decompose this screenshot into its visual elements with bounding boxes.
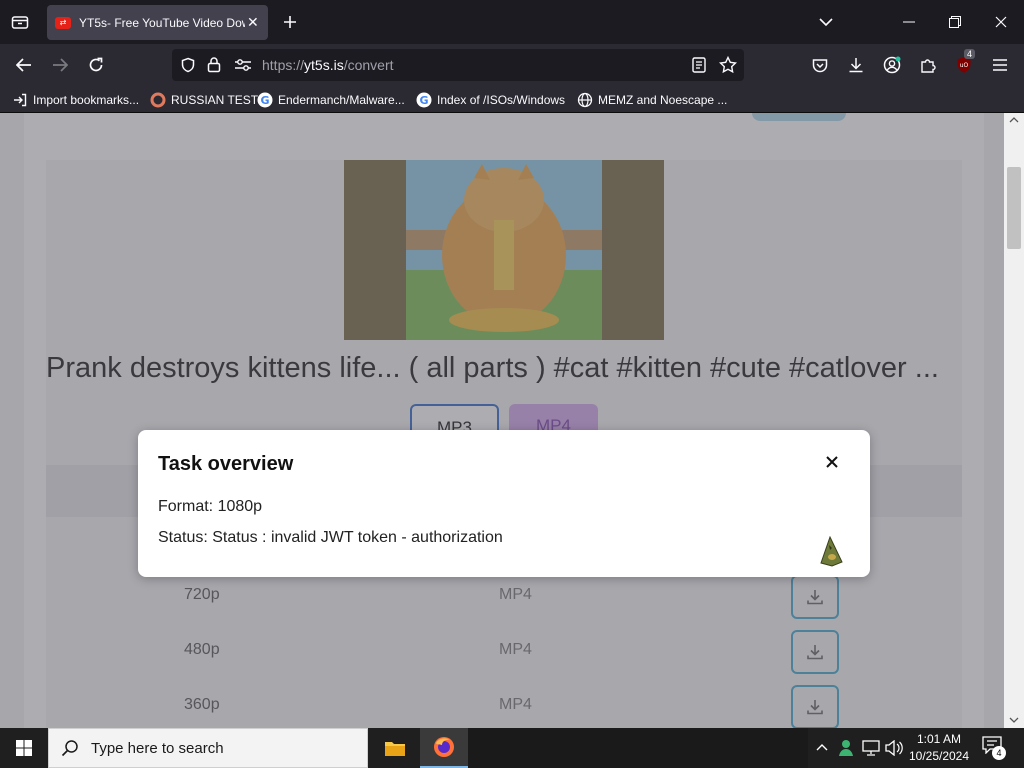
modal-backdrop[interactable]: [0, 113, 1004, 728]
svg-text:G: G: [419, 94, 428, 107]
new-tab-button[interactable]: [278, 10, 302, 34]
google-icon: G: [416, 92, 432, 108]
modal-format-line: Format: 1080p: [158, 498, 263, 515]
volume-icon[interactable]: [885, 740, 903, 756]
action-center-button[interactable]: 4: [982, 736, 1006, 760]
forward-button[interactable]: [48, 53, 72, 77]
bookmark-label: RUSSIAN TEST: [171, 92, 259, 107]
network-icon[interactable]: [862, 740, 880, 756]
page-scrollbar[interactable]: [1004, 113, 1024, 728]
task-overview-modal: Task overview Format: 1080p Status: Stat…: [138, 430, 870, 577]
bookmarks-toolbar: Import bookmarks... RUSSIAN TEST G Ender…: [0, 86, 1024, 113]
chevron-down-icon: [819, 18, 833, 27]
search-placeholder: Type here to search: [91, 739, 224, 757]
puzzle-piece-icon: [921, 59, 936, 73]
tab-bar: ⇄ YT5s- Free YouTube Video Downloader ✕: [0, 0, 1024, 44]
bookmark-memz[interactable]: MEMZ and Noescape ...: [577, 90, 727, 109]
close-icon: [995, 16, 1007, 28]
svg-text:uO: uO: [960, 62, 969, 69]
clock-date[interactable]: 10/25/2024: [906, 749, 972, 763]
ring-icon: [150, 92, 166, 108]
back-button[interactable]: [12, 53, 36, 77]
bookmark-russian-test[interactable]: RUSSIAN TEST: [150, 90, 258, 109]
bookmark-label: Endermanch/Malware...: [278, 92, 405, 107]
firefox-taskbar-button[interactable]: [420, 728, 468, 768]
app-menu-button[interactable]: [988, 53, 1012, 77]
import-icon: [12, 92, 28, 108]
account-icon: [883, 56, 901, 74]
url-path: /convert: [343, 57, 394, 73]
bookmark-star-icon[interactable]: [719, 56, 737, 74]
folder-icon: [385, 742, 405, 756]
address-bar[interactable]: https://yt5s.is/convert: [172, 49, 744, 81]
firefox-icon: [434, 737, 454, 757]
active-tab[interactable]: ⇄ YT5s- Free YouTube Video Downloader ✕: [47, 5, 268, 40]
permissions-icon[interactable]: [234, 58, 252, 72]
globe-icon: [577, 92, 593, 108]
pocket-icon: [812, 58, 828, 72]
restore-button[interactable]: [938, 8, 972, 36]
url-host: yt5s.is: [304, 57, 344, 73]
bookmark-label: MEMZ and Noescape ...: [598, 92, 728, 107]
file-explorer-taskbar-button[interactable]: [371, 728, 419, 768]
taskbar-search-box[interactable]: Type here to search: [48, 728, 368, 768]
modal-title: Task overview: [158, 453, 294, 475]
desktop-peek-area: [468, 728, 808, 768]
google-icon: G: [257, 92, 273, 108]
chevron-up-icon[interactable]: [816, 743, 828, 751]
scroll-down-arrow-icon[interactable]: [1009, 717, 1019, 723]
download-icon: [849, 58, 863, 73]
scroll-up-arrow-icon[interactable]: [1009, 117, 1019, 123]
close-icon: [826, 456, 838, 468]
start-button[interactable]: [0, 728, 48, 768]
restore-icon: [949, 16, 961, 28]
tab-close-icon[interactable]: ✕: [247, 14, 259, 31]
reload-button[interactable]: [84, 53, 108, 77]
yt5s-favicon-icon: ⇄: [55, 16, 71, 29]
tab-list-button[interactable]: [8, 10, 32, 34]
reader-view-icon[interactable]: [692, 57, 706, 73]
svg-text:G: G: [260, 94, 269, 107]
plus-icon: [284, 16, 296, 28]
bookmark-endermanch[interactable]: G Endermanch/Malware...: [257, 90, 405, 109]
minimize-button[interactable]: [892, 8, 926, 36]
tracking-protection-shield-icon[interactable]: [180, 57, 196, 73]
notification-count-badge: 4: [992, 746, 1006, 760]
account-button[interactable]: [880, 53, 904, 77]
clock-time[interactable]: 1:01 AM: [906, 732, 972, 746]
list-all-tabs-button[interactable]: [814, 10, 838, 34]
tab-list-icon: [11, 16, 29, 29]
lock-icon[interactable]: [207, 56, 221, 73]
bookmark-label: Index of /ISOs/Windows: [437, 92, 566, 107]
user-tray-icon[interactable]: [838, 739, 854, 757]
animated-cursor-icon: [820, 536, 843, 567]
back-arrow-icon: [16, 58, 31, 72]
search-icon: [61, 740, 78, 757]
extension-badge: 4: [964, 49, 976, 59]
modal-status-line: Status: Status : invalid JWT token - aut…: [158, 529, 503, 546]
windows-logo-icon: [16, 740, 32, 756]
minimize-icon: [903, 21, 915, 23]
bookmark-import[interactable]: Import bookmarks...: [12, 90, 139, 109]
navigation-toolbar: https://yt5s.is/convert uO 4: [0, 44, 1024, 86]
downloads-button[interactable]: [844, 53, 868, 77]
url-text[interactable]: https://yt5s.is/convert: [262, 57, 394, 73]
tab-title: YT5s- Free YouTube Video Downloader: [79, 15, 245, 30]
extensions-button[interactable]: [916, 53, 940, 77]
forward-arrow-icon: [53, 58, 68, 72]
close-window-button[interactable]: [984, 8, 1018, 36]
scroll-thumb[interactable]: [1007, 167, 1021, 249]
reload-icon: [89, 57, 103, 72]
bookmark-index-isos[interactable]: G Index of /ISOs/Windows: [416, 90, 565, 109]
url-scheme: https://: [262, 57, 305, 73]
ublock-origin-button[interactable]: uO 4: [952, 49, 976, 77]
pocket-button[interactable]: [808, 53, 832, 77]
hamburger-menu-icon: [993, 59, 1007, 71]
bookmark-label: Import bookmarks...: [33, 92, 140, 107]
windows-taskbar: Type here to search 1:01 AM 10/25/2024 4: [0, 728, 1024, 768]
modal-close-button[interactable]: [822, 452, 842, 472]
